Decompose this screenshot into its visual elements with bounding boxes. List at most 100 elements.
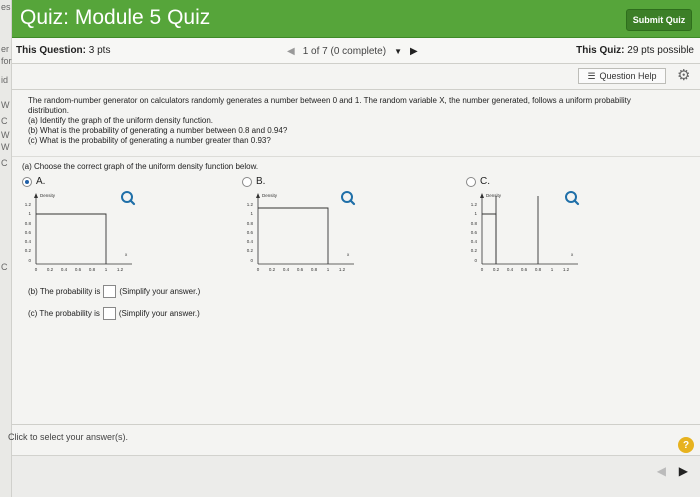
x-tick: 1 (105, 267, 108, 272)
x-var: x (347, 252, 350, 257)
graph-option-b: Density 1.2 1 0.8 0.6 0.4 0.2 0 x 0 0.2 … (247, 193, 354, 272)
part-a-prompt: (a) Choose the correct graph of the unif… (22, 162, 259, 171)
x-var: x (571, 252, 574, 257)
x-var: x (125, 252, 128, 257)
previous-page-icon[interactable]: ◀ (657, 464, 666, 478)
answer-c-suffix: (Simplify your answer.) (118, 309, 200, 318)
radio-icon[interactable] (242, 176, 252, 187)
option-c-radio[interactable]: C. (466, 176, 490, 187)
quiz-header: Quiz: Module 5 Quiz Submit Quiz (12, 0, 700, 38)
chevron-down-icon[interactable]: ▼ (394, 47, 402, 56)
next-question-icon[interactable]: ▶ (410, 46, 418, 57)
click-instruction: Click to select your answer(s). (8, 432, 129, 442)
x-tick: 0.8 (89, 267, 96, 272)
sliver-text: C (1, 262, 8, 272)
zoom-icon[interactable] (340, 190, 356, 206)
y-tick: 0.8 (471, 221, 478, 226)
answer-b-row: (b) The probability is (Simplify your an… (28, 285, 200, 298)
divider (12, 424, 700, 425)
y-tick: 1 (28, 211, 31, 216)
list-icon: ☰ (587, 70, 596, 81)
sliver-text: C (1, 158, 8, 168)
x-tick: 0.8 (311, 267, 318, 272)
radio-selected-icon[interactable] (22, 176, 32, 187)
question-progress[interactable]: 1 of 7 (0 complete) (303, 46, 386, 57)
y-tick: 1 (474, 211, 477, 216)
question-navigator: ◀ 1 of 7 (0 complete) ▼ ▶ (287, 42, 418, 60)
y-tick: 0.6 (247, 230, 254, 235)
zoom-icon[interactable] (120, 190, 136, 206)
y-tick: 1.2 (471, 202, 478, 207)
y-tick: 0 (28, 258, 31, 263)
x-tick: 0 (257, 267, 260, 272)
zoom-icon[interactable] (564, 190, 580, 206)
quiz-points: This Quiz: 29 pts possible (576, 45, 694, 56)
sliver-text: W (1, 100, 10, 110)
y-tick: 0.2 (247, 248, 254, 253)
question-text: The random-number generator on calculato… (28, 96, 668, 146)
x-tick: 0 (481, 267, 484, 272)
divider (12, 156, 700, 157)
question-intro: The random-number generator on calculato… (28, 96, 631, 115)
question-part-a: (a) Identify the graph of the uniform de… (28, 116, 213, 125)
bottom-navigation-bar: ◀ ▶ (12, 455, 700, 497)
x-tick: 0.2 (47, 267, 54, 272)
y-tick: 1 (250, 211, 253, 216)
next-page-icon[interactable]: ▶ (679, 464, 688, 478)
y-tick: 0.6 (25, 230, 32, 235)
sliver-text: C (1, 116, 8, 126)
previous-question-icon[interactable]: ◀ (287, 46, 295, 57)
y-tick: 0.4 (247, 239, 254, 244)
option-c-label: C. (480, 176, 490, 187)
y-tick: 0.4 (25, 239, 32, 244)
question-help-button[interactable]: ☰ Question Help (578, 68, 666, 84)
answer-c-input[interactable] (102, 307, 116, 320)
sliver-text: er (1, 44, 10, 54)
quiz-points-label: This Quiz: (576, 45, 625, 56)
y-tick: 0 (474, 258, 477, 263)
radio-icon[interactable] (466, 176, 476, 187)
x-tick: 0 (35, 267, 38, 272)
sliver-text: for (1, 56, 12, 66)
x-tick: 0.6 (75, 267, 82, 272)
sliver-text: W (1, 130, 10, 140)
sliver-text: es (1, 2, 11, 12)
graph-option-a: Density 1.2 1 0.8 0.6 0.4 0.2 0 x 0 0.2 … (25, 193, 132, 272)
option-a-radio[interactable]: A. (22, 176, 45, 187)
question-points-label: This Question: (16, 45, 86, 56)
x-tick: 1.2 (563, 267, 570, 272)
submit-quiz-button[interactable]: Submit Quiz (626, 9, 692, 31)
graph-option-c: Density 1.2 1 0.8 0.6 0.4 0.2 0 x 0 0.2 … (471, 193, 578, 272)
question-info-bar: This Question: 3 pts ◀ 1 of 7 (0 complet… (12, 38, 700, 64)
y-tick: 1.2 (25, 202, 32, 207)
x-tick: 1 (551, 267, 554, 272)
sliver-text: id (1, 75, 9, 85)
question-part-b: (b) What is the probability of generatin… (28, 126, 288, 135)
question-points: This Question: 3 pts (16, 45, 110, 56)
option-b-radio[interactable]: B. (242, 176, 265, 187)
quiz-title: Quiz: Module 5 Quiz (20, 6, 211, 29)
option-a-label: A. (36, 176, 46, 187)
answer-c-row: (c) The probability is (Simplify your an… (28, 307, 200, 320)
y-tick: 0 (250, 258, 253, 263)
help-question-icon[interactable]: ? (678, 437, 694, 453)
answer-b-prefix: (b) The probability is (28, 287, 101, 296)
axis-title: Density (40, 193, 56, 198)
quiz-points-value: 29 pts possible (627, 45, 694, 56)
x-tick: 0.4 (507, 267, 514, 272)
axis-title: Density (262, 193, 278, 198)
y-tick: 0.8 (247, 221, 254, 226)
question-part-c: (c) What is the probability of generatin… (28, 136, 271, 145)
x-tick: 0.6 (297, 267, 304, 272)
divider (12, 89, 700, 90)
y-tick: 1.2 (247, 202, 254, 207)
y-tick: 0.2 (25, 248, 32, 253)
option-b-label: B. (256, 176, 266, 187)
x-tick: 0.4 (61, 267, 68, 272)
gear-icon[interactable]: ⚙ (677, 66, 690, 84)
answer-b-suffix: (Simplify your answer.) (119, 287, 201, 296)
y-tick: 0.6 (471, 230, 478, 235)
answer-b-input[interactable] (103, 285, 117, 298)
question-points-value: 3 pts (88, 45, 111, 56)
question-help-label: Question Help (599, 71, 657, 81)
